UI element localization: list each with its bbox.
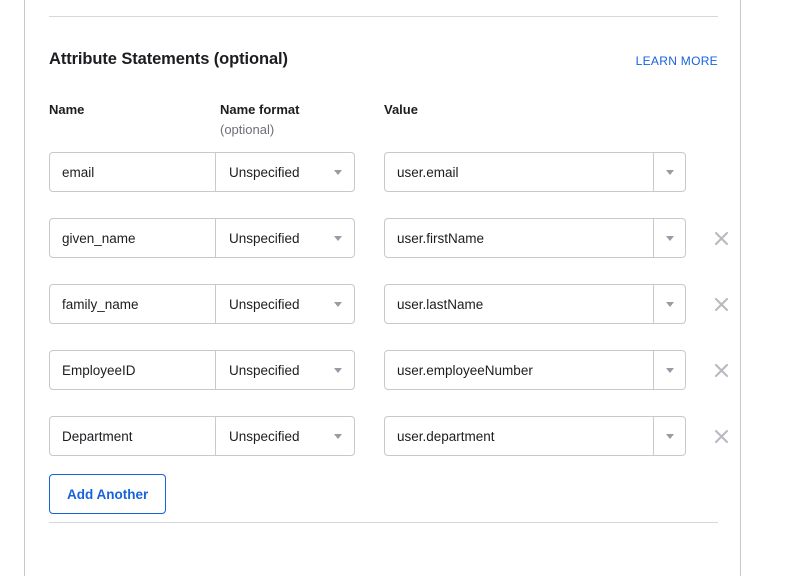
value-group (384, 416, 686, 456)
attribute-value-input[interactable] (384, 284, 654, 324)
column-header-value: Value (384, 102, 418, 117)
attribute-name-input[interactable] (50, 153, 216, 191)
name-format-select[interactable]: Unspecified (216, 219, 354, 257)
value-group (384, 284, 686, 324)
section-header: Attribute Statements (optional) LEARN MO… (49, 50, 718, 74)
name-format-value: Unspecified (229, 230, 300, 246)
table-row: Unspecified (49, 218, 749, 258)
chevron-down-icon (665, 301, 674, 307)
chevron-down-icon (334, 236, 342, 241)
chevron-down-icon (665, 235, 674, 241)
value-dropdown-button[interactable] (654, 152, 686, 192)
chevron-down-icon (334, 434, 342, 439)
remove-row-placeholder (701, 152, 741, 192)
chevron-down-icon (665, 367, 674, 373)
remove-row-button[interactable] (701, 350, 741, 390)
attribute-name-input[interactable] (50, 351, 216, 389)
attribute-value-input[interactable] (384, 350, 654, 390)
chevron-down-icon (334, 302, 342, 307)
attribute-value-input[interactable] (384, 416, 654, 456)
add-another-button[interactable]: Add Another (49, 474, 167, 514)
name-format-value: Unspecified (229, 164, 300, 180)
name-format-group: Unspecified (49, 152, 355, 192)
table-row: Unspecified (49, 350, 749, 390)
name-format-value: Unspecified (229, 362, 300, 378)
value-dropdown-button[interactable] (654, 416, 686, 456)
attribute-name-input[interactable] (50, 285, 216, 323)
table-row: Unspecified (49, 152, 749, 192)
attribute-statements-card: Attribute Statements (optional) LEARN MO… (24, 0, 741, 576)
name-format-select[interactable]: Unspecified (216, 417, 354, 455)
value-group (384, 350, 686, 390)
name-format-group: Unspecified (49, 284, 355, 324)
close-icon (714, 231, 728, 245)
value-dropdown-button[interactable] (654, 284, 686, 324)
remove-row-button[interactable] (701, 416, 741, 456)
name-format-select[interactable]: Unspecified (216, 153, 354, 191)
attribute-value-input[interactable] (384, 218, 654, 258)
close-icon (714, 297, 728, 311)
column-header-name-format: Name format (220, 102, 300, 117)
close-icon (714, 429, 728, 443)
attribute-rows: Unspecified Unspecified Unspecified Unspeci… (49, 152, 749, 482)
column-header-name-format-optional: (optional) (220, 122, 275, 137)
remove-row-button[interactable] (701, 284, 741, 324)
value-dropdown-button[interactable] (654, 218, 686, 258)
column-header-name: Name (49, 102, 85, 117)
name-format-group: Unspecified (49, 416, 355, 456)
chevron-down-icon (334, 170, 342, 175)
learn-more-link[interactable]: LEARN MORE (636, 54, 718, 68)
chevron-down-icon (334, 368, 342, 373)
table-row: Unspecified (49, 284, 749, 324)
divider-top (49, 16, 718, 17)
attribute-name-input[interactable] (50, 417, 216, 455)
value-dropdown-button[interactable] (654, 350, 686, 390)
value-group (384, 152, 686, 192)
chevron-down-icon (665, 433, 674, 439)
name-format-select[interactable]: Unspecified (216, 285, 354, 323)
chevron-down-icon (665, 169, 674, 175)
name-format-value: Unspecified (229, 428, 300, 444)
attribute-name-input[interactable] (50, 219, 216, 257)
name-format-group: Unspecified (49, 350, 355, 390)
attribute-value-input[interactable] (384, 152, 654, 192)
close-icon (714, 363, 728, 377)
name-format-select[interactable]: Unspecified (216, 351, 354, 389)
value-group (384, 218, 686, 258)
column-headers: Name Name format (optional) Value (49, 102, 718, 142)
name-format-group: Unspecified (49, 218, 355, 258)
page-title: Attribute Statements (optional) (49, 50, 288, 68)
divider-bottom (49, 522, 718, 523)
name-format-value: Unspecified (229, 296, 300, 312)
remove-row-button[interactable] (701, 218, 741, 258)
table-row: Unspecified (49, 416, 749, 456)
